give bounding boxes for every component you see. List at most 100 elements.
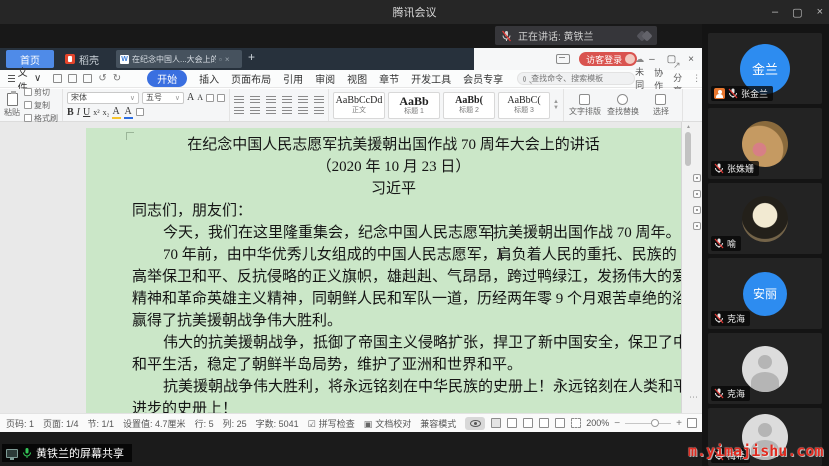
zoom-out-icon[interactable]: − [614, 418, 620, 429]
font-name-select[interactable]: 宋体∨ [67, 92, 139, 104]
numbered-list-icon[interactable] [250, 96, 260, 104]
style-heading1[interactable]: AaBb 标题 1 [388, 92, 440, 119]
char-shading-icon[interactable] [136, 108, 144, 116]
style-heading2[interactable]: AaBb( 标题 2 [443, 92, 495, 119]
participant-tile[interactable]: 克海 [708, 333, 822, 404]
grow-font-icon[interactable]: A [187, 92, 194, 103]
outline-view-icon[interactable] [507, 418, 517, 428]
web-view-icon[interactable] [539, 418, 549, 428]
eye-protection-toggle[interactable] [465, 417, 485, 430]
pen-annotate-icon[interactable] [693, 174, 701, 182]
docs-panel-icon[interactable] [556, 54, 570, 64]
tab-insert[interactable]: 插入 [199, 71, 219, 86]
status-word-count[interactable]: 字数: 5041 [256, 417, 299, 430]
paragraph-mark-icon[interactable] [314, 96, 324, 104]
style-heading3[interactable]: AaBbC( 标题 3 [498, 92, 550, 119]
undo-icon[interactable]: ↺ [98, 73, 106, 84]
align-center-icon[interactable] [250, 107, 260, 115]
fit-page-icon[interactable] [571, 418, 581, 428]
font-color-button[interactable]: A [124, 106, 133, 119]
wps-tabbar: 首页 稻壳 W 在纪念中国人...大会上的讲话 ▫ × + 访客登录 – ▢ [0, 48, 702, 70]
redo-icon[interactable]: ↻ [113, 73, 121, 84]
participant-tile[interactable]: 金兰 张金兰 [708, 33, 822, 104]
align-right-icon[interactable] [266, 107, 276, 115]
bullet-list-icon[interactable] [234, 96, 244, 104]
navigation-icon[interactable] [693, 222, 701, 230]
pin-tab-icon[interactable]: ▫ [219, 55, 222, 64]
italic-button[interactable]: I [77, 107, 80, 118]
tab-docer[interactable]: 稻壳 [60, 50, 110, 68]
print-preview-icon[interactable] [83, 74, 92, 83]
search-input[interactable] [529, 73, 629, 84]
subscript-button[interactable]: x₂ [103, 108, 110, 117]
pointer-icon[interactable] [693, 206, 701, 214]
select-button[interactable]: 选择 [644, 94, 678, 117]
print-icon[interactable] [68, 74, 77, 83]
tab-references[interactable]: 引用 [283, 71, 303, 86]
find-replace-button[interactable]: 查找替换 [606, 94, 640, 117]
more-menu-icon[interactable]: ⋮ [692, 73, 701, 84]
document-page[interactable]: 在纪念中国人民志愿军抗美援朝出国作战 70 周年大会上的讲话 （2020 年 1… [86, 128, 681, 413]
line-spacing-icon[interactable] [298, 107, 308, 115]
tab-start[interactable]: 开始 [147, 70, 187, 87]
tab-review[interactable]: 审阅 [315, 71, 335, 86]
command-search[interactable] [517, 72, 635, 85]
avatar: 安丽 [743, 272, 787, 316]
zoom-slider[interactable] [625, 423, 671, 424]
copy-button[interactable]: 复制 [24, 100, 58, 111]
new-tab-button[interactable]: + [248, 50, 255, 64]
style-normal[interactable]: AaBbCcDd 正文 [333, 92, 385, 119]
superscript-button[interactable]: x² [93, 108, 99, 117]
book-view-icon[interactable] [523, 418, 533, 428]
proofread-button[interactable]: ▣文档校对 [364, 417, 412, 430]
minimize-icon[interactable]: – [772, 6, 778, 18]
save-icon[interactable] [53, 74, 62, 83]
justify-icon[interactable] [282, 107, 292, 115]
text-boundary-mark [126, 132, 134, 140]
tab-view[interactable]: 视图 [347, 71, 367, 86]
vertical-scrollbar[interactable] [685, 132, 691, 166]
tab-member[interactable]: 会员专享 [463, 71, 503, 86]
text-layout-button[interactable]: 文字排版 [568, 94, 602, 117]
participant-tile[interactable]: 喻 [708, 183, 822, 254]
zoom-slider-knob[interactable] [651, 419, 659, 427]
align-left-icon[interactable] [234, 107, 244, 115]
underline-button[interactable]: U [83, 107, 90, 118]
translate-icon[interactable] [693, 190, 701, 198]
proofread-icon: ▣ [364, 419, 373, 429]
font-size-select[interactable]: 五号∨ [142, 92, 184, 104]
sort-icon[interactable] [298, 96, 308, 104]
styles-scroll[interactable]: ▲▼ [553, 99, 559, 111]
increase-indent-icon[interactable] [282, 96, 292, 104]
zoom-level[interactable]: 200% [586, 418, 609, 428]
clear-format-icon[interactable] [206, 94, 214, 102]
shrink-font-icon[interactable]: A [197, 93, 203, 102]
fullscreen-icon[interactable] [687, 418, 697, 428]
participant-tile[interactable]: 安丽 克海 [708, 258, 822, 329]
restore-icon[interactable]: ▢ [792, 6, 802, 19]
tab-page-layout[interactable]: 页面布局 [231, 71, 271, 86]
tab-section[interactable]: 章节 [379, 71, 399, 86]
eye-icon [470, 420, 481, 427]
page-view-icon[interactable] [491, 418, 501, 428]
tab-document[interactable]: W 在纪念中国人...大会上的讲话 ▫ × [116, 50, 242, 68]
pen-mode-icon[interactable] [555, 418, 565, 428]
collaborate-button[interactable]: 协作 [654, 66, 663, 92]
spell-check-toggle[interactable]: ☑拼写检查 [308, 417, 355, 430]
guest-login-button[interactable]: 访客登录 [579, 52, 637, 66]
bold-button[interactable]: B [67, 107, 74, 118]
decrease-indent-icon[interactable] [266, 96, 276, 104]
close-icon[interactable]: × [817, 6, 823, 18]
participant-tile[interactable]: 张姝姗 [708, 108, 822, 179]
paste-button[interactable]: 粘贴 [4, 93, 20, 118]
borders-icon[interactable] [314, 107, 324, 115]
phonetic-guide-icon[interactable] [217, 94, 225, 102]
more-tools-icon[interactable]: ⋯ [689, 392, 698, 403]
scroll-up-icon[interactable]: ▲ [686, 124, 691, 130]
tab-document-label: 在纪念中国人...大会上的讲话 [132, 54, 216, 65]
tab-dev-tools[interactable]: 开发工具 [411, 71, 451, 86]
zoom-in-icon[interactable]: + [676, 418, 682, 429]
highlight-color-button[interactable]: A [112, 106, 121, 119]
cut-button[interactable]: 剪切 [24, 87, 58, 98]
close-tab-icon[interactable]: × [225, 55, 230, 64]
